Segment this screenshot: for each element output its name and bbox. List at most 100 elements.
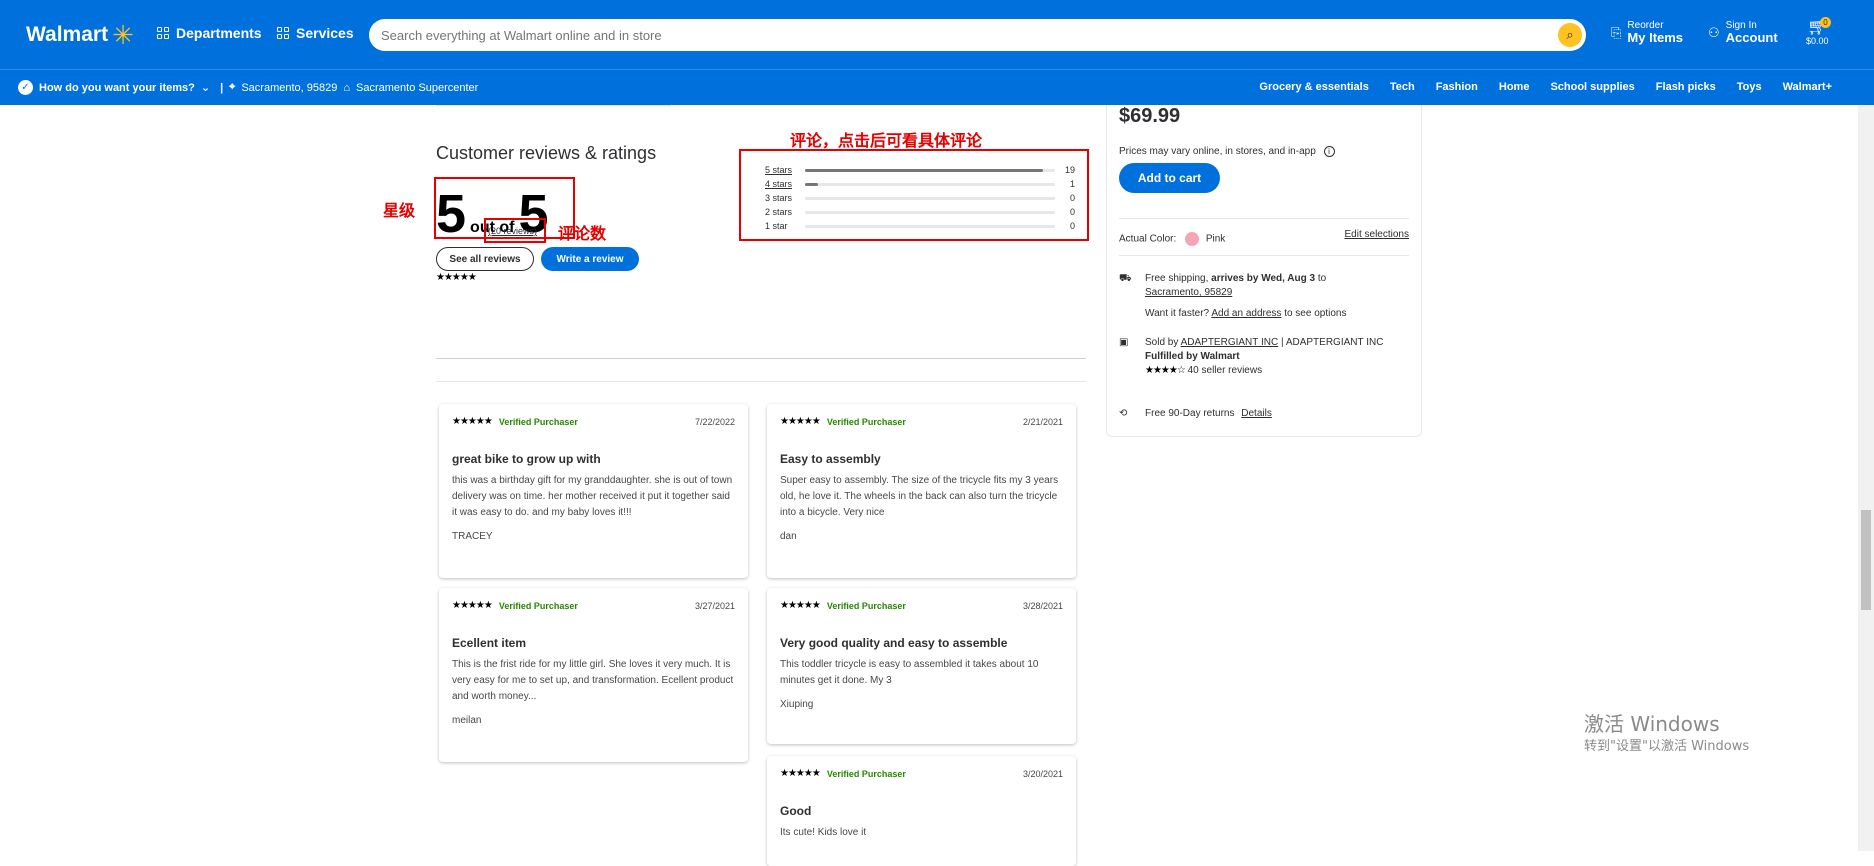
review-card: ★★★★★ Verified Purchaser 3/28/2021 Very … <box>767 588 1076 744</box>
histogram-label: 1 star <box>765 221 788 231</box>
annotation-histogram: 评论，点击后可看具体评论 <box>790 131 983 150</box>
faster-prefix: Want it faster? <box>1145 308 1210 319</box>
review-title: Very good quality and easy to assemble <box>780 636 1008 650</box>
review-date: 7/22/2022 <box>694 416 735 427</box>
delivery-bar: ✓ How do you want your items? ⌄ | ⌖ Sacr… <box>0 69 1874 105</box>
histogram-count: 0 <box>1069 193 1075 203</box>
histogram-count: 19 <box>1064 165 1075 175</box>
review-body: Super easy to assembly. The size of the … <box>780 475 1059 518</box>
spark-icon: ✳ <box>112 20 134 50</box>
color-value: Pink <box>1205 233 1226 245</box>
review-date: 3/20/2021 <box>1022 768 1063 779</box>
histogram-fill <box>805 182 818 186</box>
panel-divider <box>1119 255 1409 256</box>
add-to-cart-button[interactable]: Add to cart <box>1119 163 1220 193</box>
zip-location[interactable]: Sacramento, 95829 <box>241 82 337 94</box>
my-items-label: My Items <box>1627 30 1684 45</box>
histogram-label[interactable]: 5 stars <box>765 165 805 175</box>
fulfilled-by: Fulfilled by Walmart <box>1145 351 1240 362</box>
search-input[interactable] <box>369 19 1519 51</box>
logo-text: Walmart <box>26 23 109 46</box>
faster-delivery: Want it faster? Add an address to see op… <box>1145 307 1415 321</box>
store-name[interactable]: Sacramento Supercenter <box>356 82 478 94</box>
review-body: This is the frist ride for my little gir… <box>452 659 734 702</box>
edit-selections-link[interactable]: Edit selections <box>1345 228 1409 242</box>
reorder-my-items[interactable]: ⎘ Reorder My Items <box>1611 20 1683 45</box>
returns-details-link[interactable]: Details <box>1241 408 1272 419</box>
scrollbar-thumb[interactable] <box>1861 510 1871 610</box>
nav-link-fashion[interactable]: Fashion <box>1436 81 1478 93</box>
search-button[interactable]: ⌕ <box>1558 23 1582 47</box>
histogram-bar <box>805 210 1055 214</box>
nav-link-flash-picks[interactable]: Flash picks <box>1656 81 1716 93</box>
departments-button[interactable]: Departments <box>157 25 262 41</box>
search-bar: ⌕ <box>369 19 1586 51</box>
review-card: ★★★★★ Verified Purchaser 3/27/2021 Ecell… <box>439 588 748 762</box>
walmart-logo[interactable]: Walmart ✳ <box>26 22 134 48</box>
nav-link-walmart-plus[interactable]: Walmart+ <box>1783 81 1832 93</box>
review-count-link[interactable]: (20 reviews) <box>488 226 537 236</box>
review-author: Xiuping <box>780 699 814 710</box>
review-body: Its cute! Kids love it <box>780 827 867 838</box>
shipping-prefix: Free shipping, <box>1145 273 1209 284</box>
histogram-count: 0 <box>1069 207 1075 217</box>
rating-histogram: 5 stars 19 4 stars 1 3 stars 0 2 stars 0… <box>765 163 1075 233</box>
review-card: ★★★★★ Verified Purchaser 7/22/2022 great… <box>439 404 748 578</box>
shipping-date: arrives by Wed, Aug 3 <box>1211 273 1316 284</box>
windows-watermark: 激活 Windows <box>1584 712 1720 736</box>
review-title: Good <box>780 804 812 818</box>
departments-grid-icon <box>157 27 169 39</box>
shipping-zip-link[interactable]: Sacramento, 95829 <box>1145 287 1232 298</box>
see-all-reviews-button[interactable]: See all reviews <box>436 247 534 271</box>
location-pin-icon: ⌖ <box>229 81 236 93</box>
services-grid-icon <box>277 27 289 39</box>
cart-button[interactable]: 🛒︎ 0 $0.00 <box>1806 17 1831 46</box>
account-label: Account <box>1725 30 1778 45</box>
section-divider <box>436 358 1086 359</box>
returns-icon: ⟲ <box>1119 408 1128 419</box>
section-divider <box>436 381 1086 382</box>
delivery-prompt[interactable]: How do you want your items? <box>39 82 195 94</box>
price-note-text: Prices may vary online, in stores, and i… <box>1119 146 1316 157</box>
nav-link-home[interactable]: Home <box>1499 81 1530 93</box>
write-review-button[interactable]: Write a review <box>541 247 639 271</box>
review-stars: ★★★★★ <box>780 600 821 611</box>
seller-icon: ▣ <box>1119 337 1129 348</box>
services-button[interactable]: Services <box>277 25 354 41</box>
review-title: Easy to assembly <box>780 452 881 466</box>
info-icon[interactable]: i <box>1323 146 1335 157</box>
truck-icon: ⛟ <box>1119 273 1132 284</box>
rating-stars: ★★★★★ <box>436 272 477 283</box>
nav-link-grocery[interactable]: Grocery & essentials <box>1259 81 1368 93</box>
seller-link[interactable]: ADAPTERGIANT INC <box>1181 337 1279 348</box>
annotation-review-count: 评论数 <box>558 224 607 243</box>
histogram-row[interactable]: 5 stars 19 <box>765 163 1075 177</box>
cart-total: $0.00 <box>1806 36 1829 46</box>
shipping-to: to <box>1317 273 1327 284</box>
histogram-row[interactable]: 4 stars 1 <box>765 177 1075 191</box>
chevron-down-icon[interactable]: ⌄ <box>201 81 210 94</box>
color-swatch[interactable] <box>1185 232 1200 246</box>
top-navigation-bar: Walmart ✳ Departments Services ⌕ ⎘ Reord… <box>0 0 1874 69</box>
rating-score: 5 <box>436 184 467 244</box>
services-label: Services <box>296 25 354 41</box>
histogram-row: 3 stars 0 <box>765 191 1075 205</box>
departments-label: Departments <box>176 25 262 41</box>
nav-link-tech[interactable]: Tech <box>1390 81 1415 93</box>
store-icon: ⌂ <box>343 81 351 94</box>
nav-link-toys[interactable]: Toys <box>1737 81 1762 93</box>
scrollbar-track[interactable] <box>1858 105 1874 851</box>
histogram-label[interactable]: 4 stars <box>765 179 805 189</box>
search-icon: ⌕ <box>1566 27 1574 42</box>
seller-reviews: 40 seller reviews <box>1187 365 1263 376</box>
review-stars: ★★★★★ <box>452 416 493 427</box>
nav-link-school-supplies[interactable]: School supplies <box>1550 81 1634 93</box>
sign-in-account[interactable]: ⚇ Sign In Account <box>1708 20 1778 45</box>
review-title: great bike to grow up with <box>452 452 601 466</box>
review-date: 3/28/2021 <box>1022 600 1063 611</box>
review-date: 2/21/2021 <box>1022 416 1063 427</box>
separator: | <box>220 81 224 94</box>
add-address-link[interactable]: Add an address <box>1211 308 1281 319</box>
verified-purchaser-badge: Verified Purchaser <box>826 600 906 611</box>
histogram-count: 0 <box>1069 221 1075 231</box>
